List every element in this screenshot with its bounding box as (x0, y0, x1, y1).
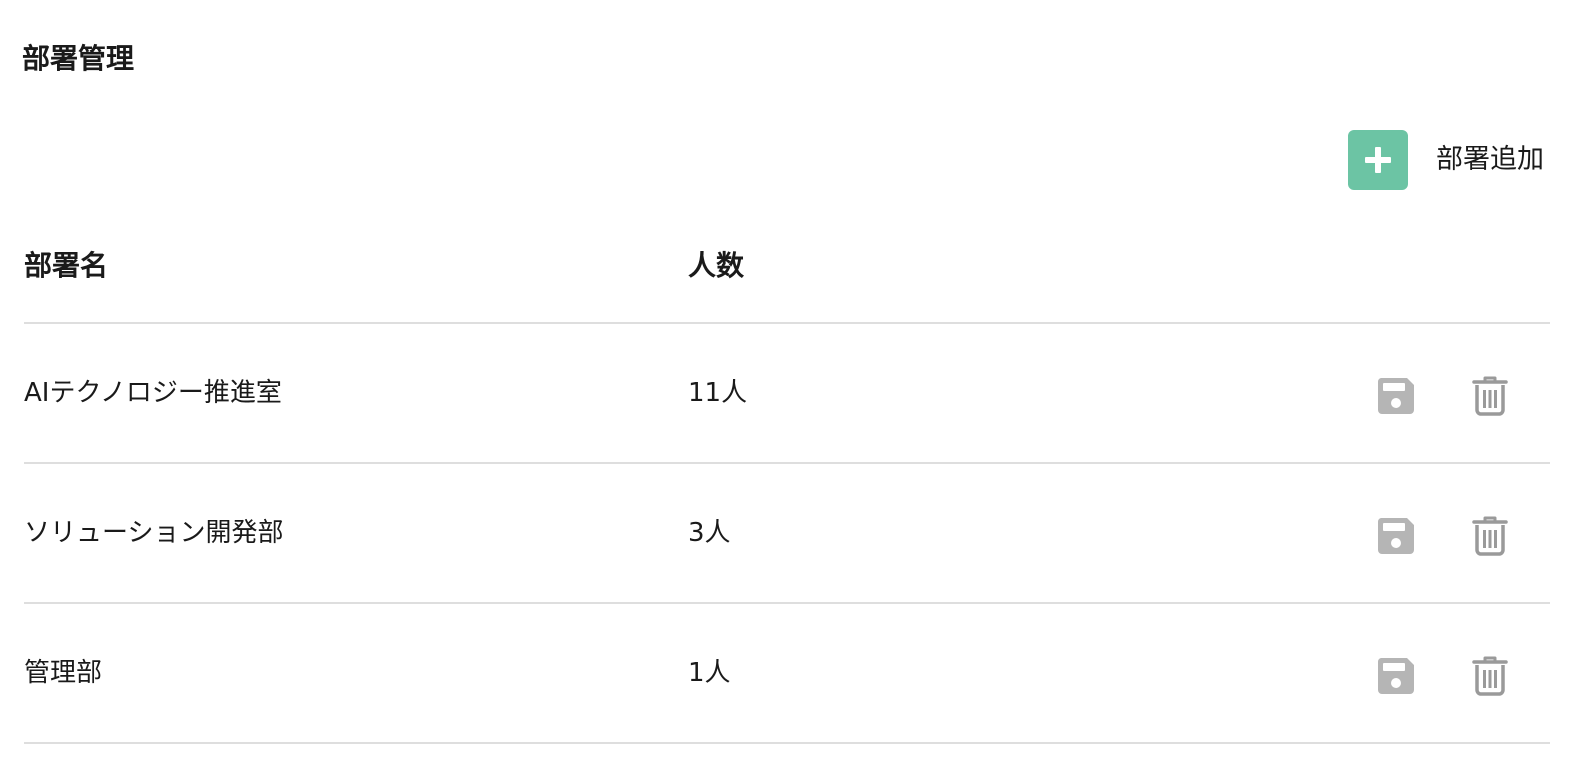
department-name: ソリューション開発部 (24, 518, 284, 548)
table-row: 管理部 1人 (24, 602, 1550, 744)
department-table: AIテクノロジー推進室 11人 ソリューション開発部 3人 管理部 1人 (24, 322, 1550, 744)
save-button[interactable] (1376, 376, 1416, 416)
department-name: AIテクノロジー推進室 (24, 378, 282, 408)
table-row: AIテクノロジー推進室 11人 (24, 322, 1550, 462)
column-header-name: 部署名 (24, 249, 109, 282)
table-header: 部署名 人数 (24, 246, 1550, 286)
save-icon (1377, 518, 1414, 554)
save-icon (1377, 378, 1414, 414)
trash-icon (1472, 656, 1508, 696)
plus-icon (1365, 147, 1391, 173)
add-department-button[interactable] (1348, 130, 1408, 190)
trash-icon (1472, 516, 1508, 556)
save-button[interactable] (1376, 516, 1416, 556)
save-icon (1377, 658, 1414, 694)
table-row: ソリューション開発部 3人 (24, 462, 1550, 602)
member-count: 11人 (688, 378, 748, 408)
page-title: 部署管理 (22, 42, 135, 75)
add-department-label[interactable]: 部署追加 (1436, 142, 1544, 178)
department-name: 管理部 (24, 658, 103, 688)
column-header-count: 人数 (688, 249, 745, 282)
add-department-area: 部署追加 (1348, 130, 1544, 190)
delete-button[interactable] (1470, 376, 1510, 416)
delete-button[interactable] (1470, 516, 1510, 556)
member-count: 1人 (688, 658, 731, 688)
member-count: 3人 (688, 518, 731, 548)
save-button[interactable] (1376, 656, 1416, 696)
delete-button[interactable] (1470, 656, 1510, 696)
trash-icon (1472, 376, 1508, 416)
